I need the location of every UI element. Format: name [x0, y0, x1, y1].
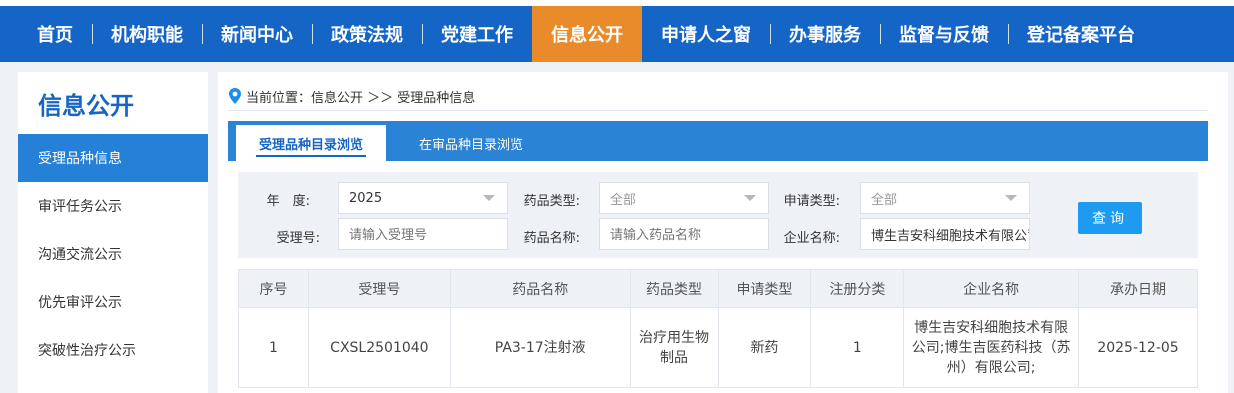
sidebar-title: 信息公开	[38, 91, 134, 120]
tab-in-review-catalog[interactable]: 在审品种目录浏览	[396, 125, 546, 161]
drug-name-input[interactable]	[599, 218, 769, 250]
drug-type-label: 药品类型:	[523, 194, 580, 209]
filter-panel: 年 度: 2025 药品类型: 全部 申请类型: 全部 受理号: 药品名称: 企…	[238, 172, 1198, 258]
nav-item-party[interactable]: 党建工作	[422, 6, 532, 62]
nav-item-applicant[interactable]: 申请人之窗	[642, 6, 770, 62]
year-label: 年 度:	[266, 194, 310, 209]
company-input[interactable]	[860, 218, 1030, 250]
query-button[interactable]: 查询	[1078, 202, 1142, 234]
results-table: 序号 受理号 药品名称 药品类型 申请类型 注册分类 企业名称 承办日期 1 C…	[238, 269, 1198, 388]
tab-accepted-catalog[interactable]: 受理品种目录浏览	[236, 125, 386, 161]
cell-drug-name: PA3-17注射液	[449, 307, 631, 388]
sidebar-item-accepted-varieties[interactable]: 受理品种信息	[18, 134, 208, 182]
breadcrumb: 当前位置：信息公开 ＞＞ 受理品种信息	[228, 86, 475, 106]
accept-no-label: 受理号:	[276, 231, 320, 246]
column-header-accept-no: 受理号	[307, 269, 451, 308]
top-navigation: 首页 机构职能 新闻中心 政策法规 党建工作 信息公开 申请人之窗 办事服务 监…	[0, 0, 1234, 62]
nav-item-home[interactable]: 首页	[18, 6, 92, 62]
sidebar-item-priority-review[interactable]: 优先审评公示	[18, 278, 208, 326]
table-header-row: 序号 受理号 药品名称 药品类型 申请类型 注册分类 企业名称 承办日期	[238, 269, 1198, 308]
breadcrumb-text: 当前位置：信息公开 ＞＞ 受理品种信息	[246, 90, 476, 106]
chevron-down-icon	[483, 195, 495, 201]
cell-drug-type: 治疗用生物制品	[629, 307, 719, 388]
cell-index: 1	[238, 307, 309, 388]
column-header-reg-category: 注册分类	[810, 269, 905, 308]
nav-item-info-disclosure[interactable]: 信息公开	[532, 6, 642, 62]
company-label: 企业名称:	[783, 231, 840, 246]
chevron-down-icon	[1005, 195, 1017, 201]
apply-type-select-value: 全部	[871, 192, 898, 208]
column-header-company: 企业名称	[903, 269, 1080, 308]
apply-type-select[interactable]: 全部	[860, 182, 1030, 214]
main-content: 当前位置：信息公开 ＞＞ 受理品种信息 受理品种目录浏览 在审品种目录浏览 年 …	[218, 72, 1228, 393]
location-pin-icon	[229, 88, 241, 104]
column-header-drug-name: 药品名称	[449, 269, 631, 308]
column-header-apply-type: 申请类型	[717, 269, 812, 308]
breadcrumb-divider	[228, 110, 1208, 111]
accept-no-input[interactable]	[338, 218, 508, 250]
cell-company: 博生吉安科细胞技术有限公司;博生吉医药科技（苏州）有限公司;	[903, 307, 1080, 388]
column-header-index: 序号	[238, 269, 309, 308]
cell-accept-no: CXSL2501040	[307, 307, 451, 388]
drug-type-select-value: 全部	[610, 192, 637, 208]
nav-item-news[interactable]: 新闻中心	[202, 6, 312, 62]
top-menu: 首页 机构职能 新闻中心 政策法规 党建工作 信息公开 申请人之窗 办事服务 监…	[18, 6, 1154, 62]
nav-item-organization[interactable]: 机构职能	[92, 6, 202, 62]
nav-item-feedback[interactable]: 监督与反馈	[880, 6, 1008, 62]
nav-item-policy[interactable]: 政策法规	[312, 6, 422, 62]
apply-type-label: 申请类型:	[783, 194, 840, 209]
column-header-drug-type: 药品类型	[629, 269, 719, 308]
table-row[interactable]: 1 CXSL2501040 PA3-17注射液 治疗用生物制品 新药 1 博生吉…	[238, 307, 1198, 388]
column-header-date: 承办日期	[1078, 269, 1198, 308]
cell-apply-type: 新药	[717, 307, 812, 388]
tab-active-underline	[256, 155, 366, 157]
nav-item-registration[interactable]: 登记备案平台	[1008, 6, 1154, 62]
drug-name-label: 药品名称:	[523, 231, 580, 246]
sidebar: 信息公开 受理品种信息 审评任务公示 沟通交流公示 优先审评公示 突破性治疗公示	[18, 72, 208, 393]
chevron-down-icon	[744, 195, 756, 201]
sidebar-item-review-tasks[interactable]: 审评任务公示	[18, 182, 208, 230]
sidebar-item-communication[interactable]: 沟通交流公示	[18, 230, 208, 278]
cell-reg-category: 1	[810, 307, 905, 388]
tab-bar: 受理品种目录浏览 在审品种目录浏览	[228, 121, 1208, 161]
year-select-value: 2025	[349, 190, 383, 206]
sidebar-item-breakthrough-therapy[interactable]: 突破性治疗公示	[18, 326, 208, 374]
cell-date: 2025-12-05	[1078, 307, 1198, 388]
nav-item-services[interactable]: 办事服务	[770, 6, 880, 62]
year-select[interactable]: 2025	[338, 182, 508, 214]
drug-type-select[interactable]: 全部	[599, 182, 769, 214]
tab-accepted-catalog-label: 受理品种目录浏览	[258, 137, 363, 153]
